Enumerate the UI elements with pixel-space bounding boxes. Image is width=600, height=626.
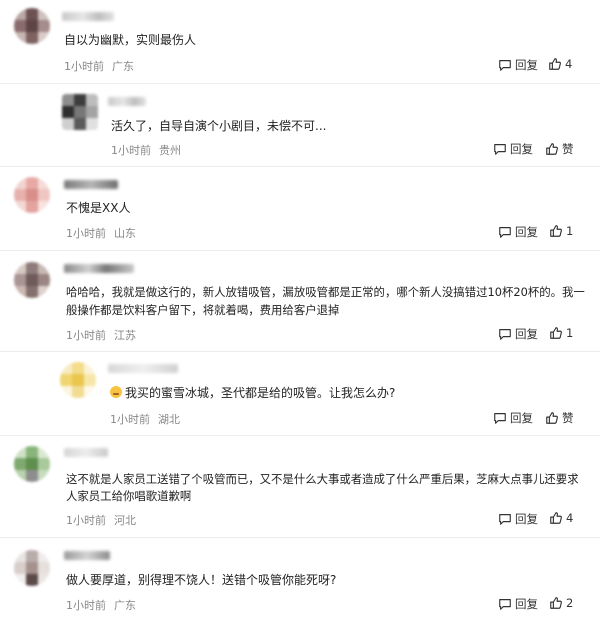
- like-count: 1: [566, 224, 574, 238]
- thumbs-up-icon: [549, 58, 561, 70]
- thumbs-up-icon: [546, 143, 558, 155]
- comment-icon: [499, 514, 511, 525]
- comment-region: 湖北: [158, 413, 180, 426]
- comment-icon: [499, 60, 511, 71]
- comment-region: 贵州: [159, 144, 181, 157]
- comment-meta: 1小时前 广东: [66, 597, 136, 613]
- divider: [0, 250, 600, 251]
- comment-icon: [499, 329, 511, 340]
- avatar[interactable]: [14, 550, 50, 586]
- like-count: 赞: [562, 411, 574, 425]
- comment-time: 1小时前: [66, 599, 106, 612]
- username[interactable]: [64, 264, 134, 273]
- avatar[interactable]: [14, 177, 50, 213]
- thumbs-up-icon: [550, 597, 562, 609]
- username[interactable]: [108, 364, 178, 373]
- comment-text: 做人要厚道，别得理不饶人！送错个吸管你能死呀?: [66, 573, 337, 587]
- like-button[interactable]: 4: [548, 57, 572, 71]
- username[interactable]: [62, 12, 114, 21]
- comment-time: 1小时前: [110, 413, 150, 426]
- username[interactable]: [108, 97, 146, 106]
- comment-time: 1小时前: [66, 514, 106, 527]
- like-button[interactable]: 2: [549, 596, 573, 610]
- avatar[interactable]: [62, 94, 98, 130]
- like-button[interactable]: 1: [549, 224, 573, 238]
- avatar[interactable]: [14, 8, 50, 44]
- reply-label: 回复: [515, 225, 538, 239]
- emoji-icon: [110, 386, 122, 398]
- comment-text: 活久了，自导自演个小剧目，未偿不可...: [111, 119, 327, 133]
- comment-meta: 1小时前 广东: [64, 58, 134, 74]
- comment-meta: 1小时前 山东: [66, 225, 136, 241]
- comment-time: 1小时前: [64, 60, 104, 73]
- comment-region: 江苏: [114, 329, 136, 342]
- like-count: 1: [566, 326, 574, 340]
- comment-text: 不愧是XX人: [66, 201, 131, 215]
- username[interactable]: [64, 180, 118, 189]
- like-button[interactable]: 1: [549, 326, 573, 340]
- comment-text-line2: 人家员工给你唱歌道歉啊: [66, 489, 192, 503]
- reply-label: 回复: [515, 58, 538, 72]
- comment-meta: 1小时前 湖北: [110, 411, 180, 427]
- reply-label: 回复: [515, 597, 538, 611]
- avatar[interactable]: [14, 262, 50, 298]
- username[interactable]: [64, 551, 110, 560]
- reply-button[interactable]: 回复: [498, 224, 538, 240]
- divider: [0, 435, 600, 436]
- like-count: 4: [565, 57, 573, 71]
- comment-text-line2: 般操作都是饮料客户留下，将就着喝，费用给客户退掉: [66, 303, 340, 317]
- comment-icon: [499, 227, 511, 238]
- reply-label: 回复: [515, 512, 538, 526]
- comment-meta: 1小时前 河北: [66, 512, 136, 528]
- reply-button[interactable]: 回复: [498, 326, 538, 342]
- reply-button[interactable]: 回复: [493, 141, 533, 157]
- reply-label: 回复: [510, 142, 533, 156]
- avatar[interactable]: [14, 446, 50, 482]
- thumbs-up-icon: [550, 327, 562, 339]
- reply-label: 回复: [510, 411, 533, 425]
- comment-text-line1: 哈哈哈，我就是做这行的，新人放错吸管，漏放吸管都是正常的，哪个新人没搞错过10杯…: [66, 285, 585, 299]
- like-button[interactable]: 4: [549, 511, 573, 525]
- reply-button[interactable]: 回复: [498, 511, 538, 527]
- comment-text-body: 我买的蜜雪冰城，圣代都是给的吸管。让我怎么办?: [125, 386, 396, 400]
- comment-icon: [494, 413, 506, 424]
- comment-icon: [499, 599, 511, 610]
- like-count: 2: [566, 596, 574, 610]
- divider: [0, 351, 600, 352]
- comment-time: 1小时前: [111, 144, 151, 157]
- comment-icon: [494, 144, 506, 155]
- comment-meta: 1小时前 江苏: [66, 327, 136, 343]
- like-count: 4: [566, 511, 574, 525]
- comment-time: 1小时前: [66, 329, 106, 342]
- comment-region: 广东: [114, 599, 136, 612]
- comment-region: 广东: [112, 60, 134, 73]
- like-button[interactable]: 赞: [545, 410, 574, 426]
- divider: [0, 537, 600, 538]
- avatar[interactable]: [60, 362, 96, 398]
- thumbs-up-icon: [550, 225, 562, 237]
- divider: [0, 83, 600, 84]
- comment-time: 1小时前: [66, 227, 106, 240]
- reply-label: 回复: [515, 327, 538, 341]
- divider: [0, 166, 600, 167]
- comment-text: 自以为幽默，实则最伤人: [64, 33, 197, 47]
- reply-button[interactable]: 回复: [498, 57, 538, 73]
- comment-meta: 1小时前 贵州: [111, 142, 181, 158]
- reply-button[interactable]: 回复: [498, 596, 538, 612]
- like-count: 赞: [562, 142, 574, 156]
- thumbs-up-icon: [550, 512, 562, 524]
- username[interactable]: [64, 448, 108, 457]
- thumbs-up-icon: [546, 412, 558, 424]
- comment-region: 山东: [114, 227, 136, 240]
- reply-button[interactable]: 回复: [493, 410, 533, 426]
- comment-region: 河北: [114, 514, 136, 527]
- like-button[interactable]: 赞: [545, 141, 574, 157]
- comment-text: 我买的蜜雪冰城，圣代都是给的吸管。让我怎么办?: [110, 383, 395, 403]
